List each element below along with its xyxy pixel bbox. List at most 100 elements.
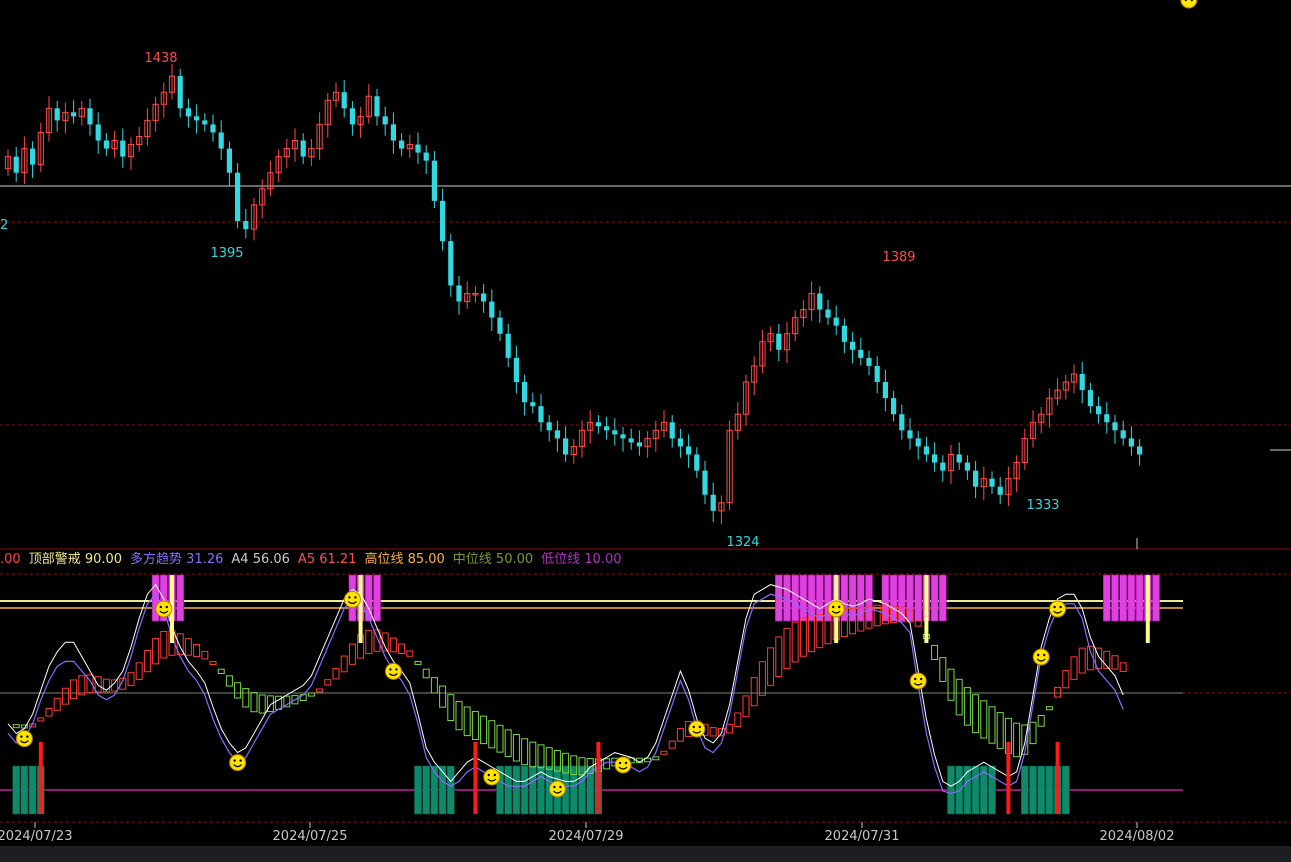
ladder-bar <box>250 692 258 713</box>
smile-icon <box>909 672 927 690</box>
magenta-bar <box>1127 574 1136 622</box>
candle-body <box>349 108 355 125</box>
ladder-bar <box>1070 656 1078 680</box>
smile-eye <box>920 677 923 681</box>
ladder-bar <box>799 617 807 657</box>
ladder-bar <box>152 638 160 665</box>
ladder-bar <box>365 629 373 655</box>
ladder-bar <box>234 682 242 699</box>
smile-eye <box>1053 605 1056 609</box>
candle-body <box>415 144 421 153</box>
price-label: 1333 <box>1026 498 1059 513</box>
smile-eye <box>493 773 496 777</box>
candle-body <box>563 438 569 455</box>
magenta-bar <box>791 574 800 622</box>
ladder-bar <box>225 675 233 687</box>
magenta-bar <box>807 574 816 622</box>
price-label: 1389 <box>882 250 915 265</box>
ladder-bar <box>1119 662 1127 672</box>
ladder-bar <box>980 700 988 739</box>
ladder-bar <box>70 679 78 700</box>
candlestick-chart[interactable]: 1438 1395 1389 1324 1333 2 2024/07/23 2024/07/2… <box>0 0 1291 846</box>
candle-body <box>923 446 929 455</box>
teal-bar <box>28 765 37 815</box>
candle-body <box>899 414 905 431</box>
bottom-scroll-bar[interactable] <box>0 846 1291 862</box>
smile-eye <box>692 725 695 729</box>
ladder-bar <box>529 741 537 768</box>
candle-body <box>612 430 618 435</box>
candle-body <box>874 365 880 383</box>
ladder-bar <box>1029 721 1037 745</box>
smile-icon <box>1032 648 1050 666</box>
teal-bar <box>528 765 537 815</box>
smile-eye <box>348 596 351 599</box>
magenta-bar <box>1103 574 1111 622</box>
price-label: 2 <box>0 218 8 233</box>
red-signal-bar <box>596 742 601 814</box>
teal-bar <box>1037 765 1045 815</box>
ladder-bar <box>430 677 438 694</box>
ladder-bar <box>422 668 430 679</box>
candle-body <box>997 486 1003 495</box>
ladder-bar <box>726 723 734 734</box>
ladder-bar <box>939 657 947 682</box>
smile-eye <box>624 761 628 765</box>
candle-body <box>194 116 200 121</box>
magenta-bar <box>1111 574 1119 622</box>
ladder-bar <box>12 724 20 729</box>
candle-body <box>210 124 216 133</box>
magenta-bar <box>848 574 857 622</box>
ladder-bar <box>734 712 742 728</box>
candle-body <box>54 108 60 121</box>
candle-body <box>1079 373 1085 391</box>
candle-body <box>13 156 19 173</box>
ladder-bar <box>512 734 520 762</box>
candle-body <box>95 124 101 141</box>
magenta-bar <box>176 574 184 622</box>
teal-bar <box>955 765 964 815</box>
ladder-bar <box>439 685 447 708</box>
candle-body <box>218 132 224 149</box>
smile-icon <box>548 780 566 798</box>
candle-body <box>374 96 380 117</box>
candle-body <box>1120 430 1126 439</box>
ladder-bar <box>143 649 151 673</box>
candle-body <box>300 140 306 157</box>
smile-eye <box>487 773 490 777</box>
ladder-bar <box>78 675 86 696</box>
candle-body <box>636 442 642 447</box>
candle-body <box>87 108 93 125</box>
candle-body <box>202 120 208 125</box>
ladder-bar <box>184 638 192 656</box>
ladder-bar <box>406 650 414 657</box>
ladder-bar <box>463 706 471 737</box>
ladder-bar <box>414 660 422 665</box>
ladder-bar <box>61 687 69 705</box>
ladder-bar <box>1054 686 1062 698</box>
magenta-bar <box>865 574 873 622</box>
ladder-bar <box>332 668 340 680</box>
teal-bar <box>1029 765 1037 815</box>
yellow-signal-bar <box>924 575 929 643</box>
candle-body <box>628 438 634 443</box>
candle-body <box>1112 422 1118 431</box>
smile-eye <box>553 785 556 789</box>
ladder-bar <box>53 697 61 711</box>
smile-icon <box>1180 0 1198 9</box>
candle-body <box>604 426 610 431</box>
teal-bar <box>512 765 521 815</box>
candle-body <box>103 140 109 149</box>
smile-eye <box>354 596 357 599</box>
candle-body <box>235 172 241 222</box>
magenta-bar <box>373 574 381 622</box>
candle-body <box>677 438 683 447</box>
ladder-bar <box>1111 655 1119 670</box>
teal-bar <box>520 765 529 815</box>
ladder-bar <box>1037 715 1045 727</box>
smile-eye <box>20 735 23 738</box>
candle-body <box>932 454 938 463</box>
candle-body <box>989 478 995 487</box>
teal-bar <box>504 765 513 815</box>
ladder-bar <box>791 621 799 663</box>
